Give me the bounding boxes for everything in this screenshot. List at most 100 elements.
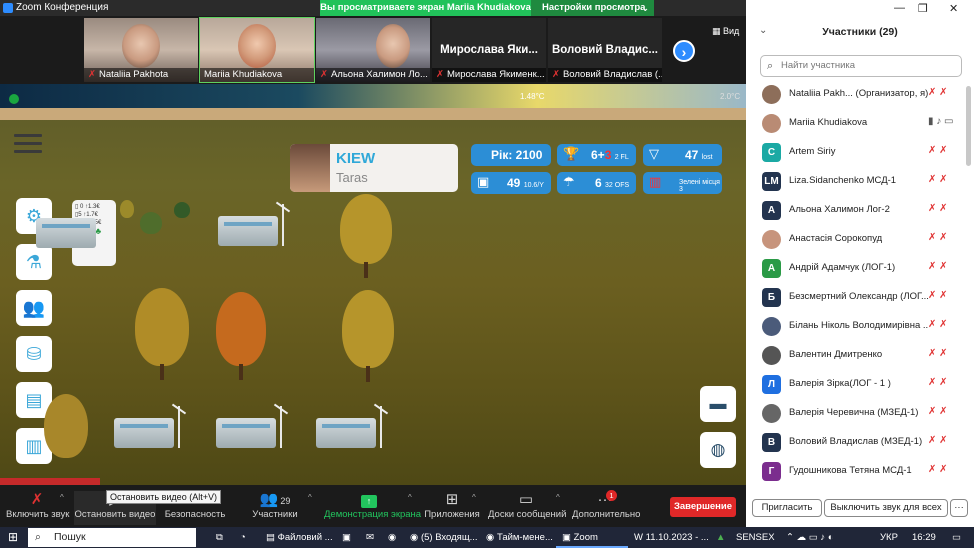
chart-up-icon: ▲ [716,532,726,543]
participants-label: Участники [252,509,298,520]
video-tile-active-speaker[interactable]: Mariia Khudiakova [199,17,315,83]
mic-video-muted-icon[interactable]: ✗ ✗ [928,174,948,185]
minimize-icon[interactable]: — [894,2,905,14]
participant-row[interactable]: В Воловий Владислав (МЗЕД-1) ✗ ✗ [746,428,966,457]
participant-name: Валентин Дмитренко [789,349,883,360]
mic-video-muted-icon[interactable]: ✗ ✗ [928,377,948,388]
language-indicator[interactable]: УКР [880,527,898,548]
mute-all-button[interactable]: Выключить звук для всех [824,499,948,517]
edge-icon[interactable]: ◔ [240,527,246,548]
mic-video-muted-icon[interactable]: ✗ ✗ [928,261,948,272]
participants-button[interactable]: 👥 29 Участники [250,491,300,520]
mic-video-muted-icon[interactable]: ✗ ✗ [928,203,948,214]
factory-building [216,403,290,452]
mic-video-muted-icon[interactable]: ✗ ✗ [928,435,948,446]
scrollbar[interactable] [966,86,971,166]
participant-row[interactable]: А Андрій Адамчук (ЛОГ-1) ✗ ✗ [746,254,966,283]
view-menu[interactable]: ▦ Вид [712,26,739,37]
mic-video-muted-icon[interactable]: ✗ ✗ [928,406,948,417]
view-menu-label: Вид [723,26,740,36]
clock[interactable]: 16:29 [912,527,936,548]
mic-video-muted-icon[interactable]: ✗ ✗ [928,348,948,359]
chevron-up-icon[interactable]: ^ [308,493,312,502]
apps-label: Приложения [424,509,480,520]
close-icon[interactable]: ✕ [949,2,958,15]
hamburger-menu-icon[interactable] [14,134,42,154]
system-tray-icons[interactable]: ⌃ ☁ ▭ ♪ ◐ [786,527,833,548]
participant-row[interactable]: Валентин Дмитренко ✗ ✗ [746,341,966,370]
taskbar-word[interactable]: W 11.10.2023 - ... [634,527,709,548]
participant-row[interactable]: Валерія Черевична (МЗЕД-1) ✗ ✗ [746,399,966,428]
chevron-up-icon[interactable]: ^ [472,493,476,502]
video-tile[interactable]: ✗ Альона Халимон Ло... [316,18,430,82]
chrome-icon[interactable]: ◉ [388,527,396,548]
view-options-button[interactable]: Настройки просмотра ⌄ [531,0,654,16]
globe-icon[interactable]: ◍ [700,432,736,468]
taskbar-chrome-2[interactable]: ◉ Тайм-мене... [486,527,553,548]
notifications-icon[interactable]: ▭ [952,527,961,548]
zoom-logo-icon [3,3,13,13]
chat-icon[interactable]: ▬ [700,386,736,422]
video-tile[interactable]: Мирослава Яки... ✗ Мирослава Якименк... [432,18,546,82]
screen-share-notice: Вы просматриваете экран Mariia Khudiakov… [320,0,531,16]
unmute-button[interactable]: ✗ Включить звук [6,491,69,520]
avatar: Г [762,462,781,481]
store-icon[interactable]: ▣ [342,527,351,548]
participant-list: Nataliia Pakh... (Организатор, я) ✗ ✗ Mari… [746,80,974,490]
avatar: Б [762,288,781,307]
taskbar-search[interactable]: ⌕ Пошук [28,528,196,547]
participant-row[interactable]: Nataliia Pakh... (Организатор, я) ✗ ✗ [746,80,966,109]
mic-video-muted-icon[interactable]: ✗ ✗ [928,232,948,243]
window-title: Zoom Конференция [16,2,109,13]
video-tile[interactable]: ✗ Nataliia Pakhota [84,18,198,82]
chevron-up-icon[interactable]: ^ [408,493,412,502]
coins-icon[interactable]: ⛁ [16,336,52,372]
security-label: Безопасность [164,509,226,520]
whiteboards-button[interactable]: ▭ Доски сообщений [488,491,566,520]
share-screen-button[interactable]: ↑ Демонстрация экрана [324,491,421,520]
avatar: В [762,433,781,452]
restore-icon[interactable]: ❐ [918,2,928,15]
participant-row[interactable]: C Artem Siriy ✗ ✗ [746,138,966,167]
people-icon[interactable]: 👥 [16,290,52,326]
participant-row[interactable]: Л Валерія Зірка(ЛОГ - 1 ) ✗ ✗ [746,370,966,399]
participant-name: Гудошникова Тетяна МСД-1 [789,465,912,476]
chevron-up-icon[interactable]: ^ [556,493,560,502]
next-page-button[interactable]: › [673,40,695,62]
taskbar-zoom[interactable]: ▣ Zoom [562,527,598,548]
participant-row[interactable]: А Альона Халимон Лог-2 ✗ ✗ [746,196,966,225]
participant-row[interactable]: Білань Ніколь Володимирівна ... ✗ ✗ [746,312,966,341]
participant-search-input[interactable]: ⌕ Найти участника [760,55,962,77]
mail-icon[interactable]: ✉ [366,527,374,548]
participant-row[interactable]: Mariia Khudiakova ▮ ♪ ▭ [746,109,966,138]
factory-building [316,403,390,452]
mic-video-muted-icon[interactable]: ✗ ✗ [928,464,948,475]
chevron-up-icon[interactable]: ^ [60,493,64,502]
more-options-button[interactable]: ··· [950,499,968,517]
mic-video-muted-icon[interactable]: ▮ ♪ ▭ [928,116,954,127]
invite-button[interactable]: Пригласить [752,499,822,517]
participant-row[interactable]: Анастасія Сорокопуд ✗ ✗ [746,225,966,254]
mic-video-muted-icon[interactable]: ✗ ✗ [928,290,948,301]
end-meeting-button[interactable]: Завершение [670,497,736,517]
year-stat: Рік: 2100 [471,144,551,166]
mic-muted-icon: ✗ [436,69,444,80]
sensex-ticker[interactable]: SENSEX [736,527,775,548]
share-screen-label: Демонстрация экрана [324,509,422,520]
more-button[interactable]: ··· Дополнительно [572,491,641,520]
participant-row[interactable]: LM Liza.Sidanchenko МСД-1 ✗ ✗ [746,167,966,196]
windows-start-icon[interactable]: ⊞ [8,527,18,548]
player-avatar [290,144,330,192]
taskbar-files[interactable]: ▤ Файловий ... [266,527,333,548]
participant-row[interactable]: Б Безсмертний Олександр (ЛОГ... ✗ ✗ [746,283,966,312]
task-view-icon[interactable]: ⧉ [216,527,223,548]
more-label: Дополнительно [572,509,641,520]
participant-row[interactable]: Г Гудошникова Тетяна МСД-1 ✗ ✗ [746,457,966,486]
taskbar-chrome-1[interactable]: ◉ (5) Входящ... [410,527,478,548]
mic-video-muted-icon[interactable]: ✗ ✗ [928,319,948,330]
mic-video-muted-icon[interactable]: ✗ ✗ [928,87,948,98]
avatar [762,230,781,249]
people-icon: 👥 29 [259,491,291,508]
video-tile[interactable]: Воловий Владис... ✗ Воловий Владислав (..… [548,18,662,82]
mic-video-muted-icon[interactable]: ✗ ✗ [928,145,948,156]
